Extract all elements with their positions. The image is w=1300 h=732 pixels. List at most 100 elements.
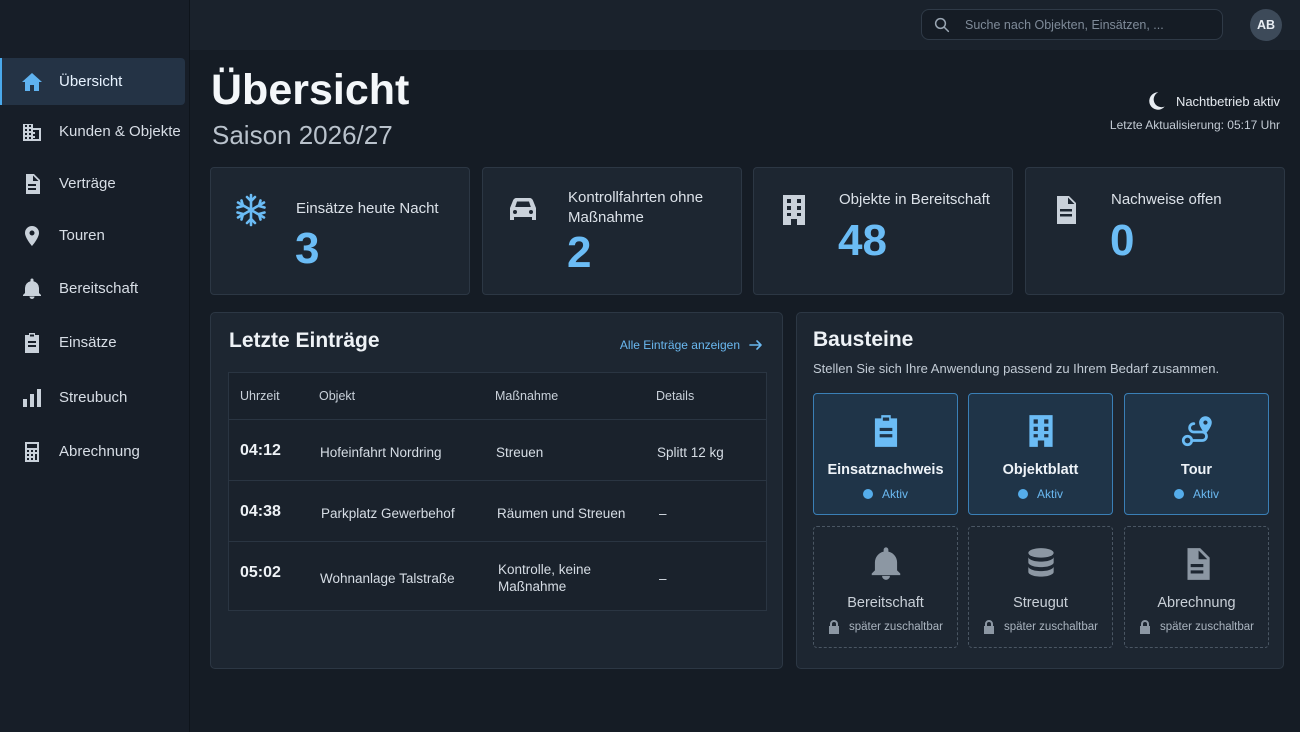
arrow-right-icon xyxy=(749,340,762,350)
module-status-label: später zuschaltbar xyxy=(849,621,943,633)
modules-panel: Bausteine Stellen Sie sich Ihre Anwendun… xyxy=(796,312,1284,669)
stat-label: Objekte in Bereitschaft xyxy=(839,191,990,208)
row-time: 05:02 xyxy=(240,564,281,581)
sidebar-item-label: Streubuch xyxy=(59,389,128,406)
sidebar-item-label: Übersicht xyxy=(59,73,123,90)
topbar: AB xyxy=(190,0,1300,50)
lock-icon xyxy=(984,620,995,634)
modules-title: Bausteine xyxy=(813,328,914,351)
stat-label: Einsätze heute Nacht xyxy=(296,200,439,217)
recent-entries-title: Letzte Einträge xyxy=(229,329,380,352)
row-time: 04:12 xyxy=(240,442,281,459)
clipboard-icon xyxy=(874,415,897,447)
row-action: Streuen xyxy=(496,445,544,460)
stat-card-objekte: Objekte in Bereitschaft 48 xyxy=(753,167,1013,295)
row-object: Wohnanlage Talstraße xyxy=(320,571,455,586)
page-title: Übersicht xyxy=(211,66,410,114)
table-row[interactable]: 04:12 Hofeinfahrt Nordring Streuen Split… xyxy=(229,420,766,481)
stat-value: 48 xyxy=(838,216,887,265)
buildings-icon xyxy=(23,123,41,141)
document-icon xyxy=(26,173,40,194)
module-status-label: Aktiv xyxy=(881,487,908,501)
status-dot xyxy=(862,489,873,499)
calculator-icon xyxy=(25,441,39,462)
database-icon xyxy=(1027,548,1054,577)
module-status-label: Aktiv xyxy=(1036,487,1063,501)
sidebar-item-label: Einsätze xyxy=(59,334,117,351)
moon-icon xyxy=(1149,92,1165,110)
column-header-objekt: Objekt xyxy=(319,389,356,403)
row-time: 04:38 xyxy=(240,503,281,520)
building-icon xyxy=(783,195,805,225)
show-all-link[interactable]: Alle Einträge anzeigen xyxy=(620,337,764,353)
sidebar-item-bereitschaft[interactable]: Bereitschaft xyxy=(0,265,185,312)
module-status: Aktiv xyxy=(1125,487,1268,501)
column-header-uhrzeit: Uhrzeit xyxy=(240,389,280,403)
map-pin-icon xyxy=(25,225,39,246)
module-card-bereitschaft[interactable]: Bereitschaft später zuschaltbar xyxy=(813,526,958,648)
modules-description: Stellen Sie sich Ihre Anwendung passend … xyxy=(813,361,1220,376)
snowflake-icon xyxy=(236,193,266,227)
module-status-label: später zuschaltbar xyxy=(1160,621,1254,633)
sidebar-item-abrechnung[interactable]: Abrechnung xyxy=(0,428,185,475)
recent-entries-panel: Letzte Einträge Alle Einträge anzeigen U… xyxy=(210,312,783,669)
sidebar-item-touren[interactable]: Touren xyxy=(0,212,185,259)
module-card-objektblatt[interactable]: Objektblatt Aktiv xyxy=(968,393,1113,515)
sidebar-item-label: Kunden & Objekte xyxy=(59,123,181,140)
night-mode-label: Nachtbetrieb aktiv xyxy=(1175,93,1280,109)
module-status: Aktiv xyxy=(969,487,1112,501)
row-object: Parkplatz Gewerbehof xyxy=(321,506,455,521)
entries-table: Uhrzeit Objekt Maßnahme Details 04:12 Ho… xyxy=(228,372,767,611)
module-name: Streugut xyxy=(1013,595,1068,611)
show-all-label: Alle Einträge anzeigen xyxy=(619,338,740,352)
module-status-label: später zuschaltbar xyxy=(1004,621,1098,633)
status-dot xyxy=(1017,489,1028,499)
status-dot xyxy=(1173,489,1184,499)
bar-chart-icon xyxy=(23,388,41,407)
row-action: Kontrolle, keine Maßnahme xyxy=(498,562,592,594)
building-icon xyxy=(1028,415,1053,447)
module-card-tour[interactable]: Tour Aktiv xyxy=(1124,393,1269,515)
module-name: Einsatznachweis xyxy=(827,462,944,478)
stat-value: 2 xyxy=(567,228,592,277)
stat-card-nachweise: Nachweise offen 0 xyxy=(1025,167,1285,295)
row-details: – xyxy=(659,571,667,586)
module-status: später zuschaltbar xyxy=(969,620,1112,634)
module-status: später zuschaltbar xyxy=(1125,620,1268,634)
stat-label: Nachweise offen xyxy=(1111,191,1222,208)
last-update: Letzte Aktualisierung: 05:17 Uhr xyxy=(1109,118,1280,132)
module-status-label: Aktiv xyxy=(1192,487,1219,501)
sidebar-item-uebersicht[interactable]: Übersicht xyxy=(0,58,185,105)
sidebar-item-label: Abrechnung xyxy=(59,443,140,460)
search-box[interactable] xyxy=(921,9,1223,40)
sidebar-item-einsaetze[interactable]: Einsätze xyxy=(0,319,185,366)
car-icon xyxy=(510,198,536,220)
table-header: Uhrzeit Objekt Maßnahme Details xyxy=(229,373,766,420)
module-status: Aktiv xyxy=(814,487,957,501)
module-status: später zuschaltbar xyxy=(814,620,957,634)
home-icon xyxy=(22,72,42,91)
module-card-einsatznachweis[interactable]: Einsatznachweis Aktiv xyxy=(813,393,958,515)
column-header-massnahme: Maßnahme xyxy=(495,389,559,403)
module-name: Objektblatt xyxy=(1002,462,1079,478)
module-name: Abrechnung xyxy=(1157,595,1236,611)
sidebar-item-vertraege[interactable]: Verträge xyxy=(0,160,185,207)
sidebar-item-streubuch[interactable]: Streubuch xyxy=(0,374,185,421)
night-mode-indicator[interactable]: Nachtbetrieb aktiv xyxy=(1145,90,1280,112)
avatar[interactable]: AB xyxy=(1250,9,1282,41)
search-icon xyxy=(934,17,950,32)
sidebar-item-kunden-objekte[interactable]: Kunden & Objekte xyxy=(0,108,185,155)
stat-card-kontrollfahrten: Kontrollfahrten ohne Maßnahme 2 xyxy=(482,167,742,295)
module-name: Bereitschaft xyxy=(847,595,924,611)
lock-icon xyxy=(1140,620,1151,634)
module-card-streugut[interactable]: Streugut später zuschaltbar xyxy=(968,526,1113,648)
document-icon xyxy=(1057,196,1076,224)
route-icon xyxy=(1181,416,1212,447)
module-card-abrechnung[interactable]: Abrechnung später zuschaltbar xyxy=(1124,526,1269,648)
stat-card-einsaetze: Einsätze heute Nacht 3 xyxy=(210,167,470,295)
sidebar-item-label: Bereitschaft xyxy=(59,280,139,297)
table-row[interactable]: 04:38 Parkplatz Gewerbehof Räumen und St… xyxy=(229,481,766,542)
search-input[interactable] xyxy=(965,17,1205,32)
table-row[interactable]: 05:02 Wohnanlage Talstraße Kontrolle, ke… xyxy=(229,542,766,611)
stat-value: 3 xyxy=(295,224,320,273)
